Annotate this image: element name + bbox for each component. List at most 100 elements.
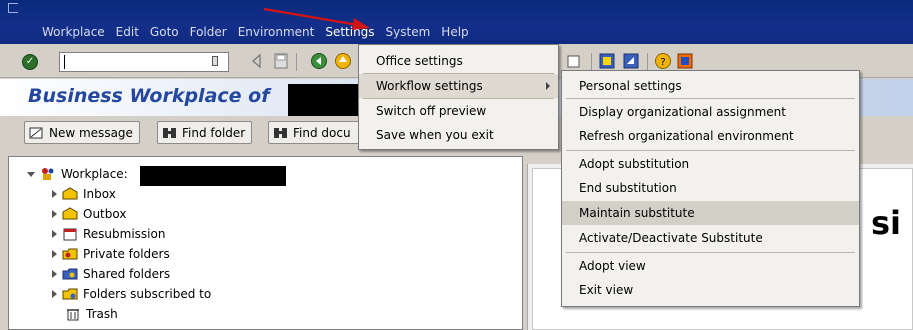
print-icon[interactable] — [565, 52, 583, 70]
menu-item-adopt-view[interactable]: Adopt view — [562, 254, 859, 278]
tree-item-folders-subscribed[interactable]: Folders subscribed to — [52, 287, 211, 301]
menu-folder[interactable]: Folder — [184, 24, 232, 40]
menu-help[interactable]: Help — [435, 24, 473, 40]
menu-item-label: Activate/Deactivate Substitute — [579, 231, 763, 245]
expand-triangle-icon[interactable] — [52, 270, 57, 278]
collapse-triangle-icon[interactable] — [27, 171, 35, 177]
system-menu-icon[interactable] — [8, 3, 18, 13]
menu-separator — [566, 150, 855, 151]
workflow-settings-submenu: Personal settings Display organizational… — [561, 70, 860, 307]
tree-item-private-folders[interactable]: Private folders — [52, 247, 170, 261]
menu-item-end-substitution[interactable]: End substitution — [562, 176, 859, 200]
menu-list: Workplace Edit Goto Folder Environment S… — [36, 24, 474, 40]
text-caret — [64, 55, 65, 69]
preview-heading-fragment: si — [871, 204, 902, 242]
menu-item-maintain-substitute[interactable]: Maintain substitute — [562, 201, 859, 225]
menu-bar: Workplace Edit Goto Folder Environment S… — [0, 0, 913, 44]
menu-item-label: Refresh organizational environment — [579, 129, 794, 143]
back-green-icon[interactable] — [310, 52, 328, 70]
tree-item-outbox[interactable]: Outbox — [52, 207, 126, 221]
menu-item-label: Switch off preview — [376, 104, 487, 118]
menu-item-office-settings[interactable]: Office settings — [359, 49, 558, 73]
tree-item-label: Resubmission — [83, 227, 166, 241]
redacted-user-block — [140, 166, 286, 186]
menu-item-label: Office settings — [376, 54, 463, 68]
menu-item-label: Maintain substitute — [579, 206, 695, 220]
menu-item-activate-substitute[interactable]: Activate/Deactivate Substitute — [562, 226, 859, 250]
menu-edit[interactable]: Edit — [110, 24, 144, 40]
toolbar-separator — [591, 53, 592, 71]
binoculars-icon — [163, 127, 176, 138]
menu-item-label: End substitution — [579, 181, 677, 195]
tree-item-label: Inbox — [83, 187, 116, 201]
redacted-name-block — [288, 84, 360, 116]
tree-item-label: Private folders — [83, 247, 170, 261]
menu-workplace[interactable]: Workplace — [36, 24, 110, 40]
tree-item-label: Folders subscribed to — [83, 287, 212, 301]
expand-triangle-icon[interactable] — [52, 230, 57, 238]
menu-item-switch-off-preview[interactable]: Switch off preview — [359, 99, 558, 123]
expand-triangle-icon[interactable] — [52, 290, 57, 298]
new-message-label: New message — [49, 125, 133, 140]
menu-item-label: Save when you exit — [376, 128, 494, 142]
workplace-icon — [42, 168, 54, 180]
new-message-button[interactable]: New message — [24, 121, 140, 144]
toolbar-separator — [647, 53, 648, 71]
new-session-icon[interactable] — [598, 52, 616, 70]
tree-root-label: Workplace: — [61, 167, 128, 181]
enter-check-icon[interactable]: ✓ — [22, 54, 38, 70]
inbox-icon — [62, 187, 78, 200]
binoculars-icon — [274, 127, 287, 138]
toolbar-separator — [296, 53, 297, 71]
tree-item-label: Outbox — [83, 207, 127, 221]
submenu-arrow-icon — [546, 82, 550, 90]
settings-menu: Office settings Workflow settings Switch… — [358, 44, 559, 150]
save-icon[interactable] — [272, 52, 290, 70]
menu-item-adopt-substitution[interactable]: Adopt substitution — [562, 152, 859, 176]
menu-item-save-when-exit[interactable]: Save when you exit — [359, 123, 558, 147]
menu-item-workflow-settings[interactable]: Workflow settings — [359, 74, 558, 98]
command-field[interactable] — [59, 52, 229, 72]
help-icon[interactable]: ? — [654, 52, 672, 70]
tree-item-trash[interactable]: Trash — [65, 307, 118, 321]
tree-item-shared-folders[interactable]: Shared folders — [52, 267, 170, 281]
resubmission-icon — [63, 228, 77, 241]
menu-item-label: Workflow settings — [376, 79, 483, 93]
menu-item-refresh-org-environment[interactable]: Refresh organizational environment — [562, 124, 859, 148]
private-folder-icon — [62, 248, 78, 260]
tree-item-resubmission[interactable]: Resubmission — [52, 227, 165, 241]
menu-item-label: Adopt substitution — [579, 157, 690, 171]
find-document-button[interactable]: Find docu — [268, 121, 363, 144]
exit-icon[interactable] — [334, 52, 352, 70]
expand-triangle-icon[interactable] — [52, 250, 57, 258]
trash-icon — [67, 309, 79, 321]
menu-system[interactable]: System — [380, 24, 436, 40]
tree-root[interactable]: Workplace: — [27, 167, 128, 181]
back-arrow-icon[interactable] — [248, 52, 266, 70]
command-history-icon[interactable] — [212, 56, 218, 66]
annotation-arrow-icon — [263, 7, 370, 30]
new-message-icon — [29, 127, 43, 138]
expand-triangle-icon[interactable] — [52, 190, 57, 198]
menu-item-exit-view[interactable]: Exit view — [562, 278, 859, 302]
layout-menu-icon[interactable] — [676, 52, 694, 70]
shortcut-icon[interactable] — [622, 52, 640, 70]
svg-text:?: ? — [660, 57, 665, 68]
expand-triangle-icon[interactable] — [52, 210, 57, 218]
menu-separator — [566, 98, 855, 99]
tree-item-label: Trash — [86, 307, 118, 321]
tree-item-label: Shared folders — [83, 267, 171, 281]
page-title: Business Workplace of — [28, 85, 270, 107]
tree-item-inbox[interactable]: Inbox — [52, 187, 116, 201]
subscribed-folder-icon — [62, 288, 78, 300]
menu-separator — [566, 252, 855, 253]
menu-goto[interactable]: Goto — [144, 24, 184, 40]
menu-item-label: Display organizational assignment — [579, 105, 786, 119]
find-folder-label: Find folder — [182, 125, 246, 140]
menu-item-display-org-assignment[interactable]: Display organizational assignment — [562, 100, 859, 124]
menu-item-label: Adopt view — [579, 259, 646, 273]
menu-item-personal-settings[interactable]: Personal settings — [562, 74, 859, 98]
menu-item-label: Personal settings — [579, 79, 682, 93]
find-folder-button[interactable]: Find folder — [157, 121, 253, 144]
outbox-icon — [62, 207, 78, 220]
